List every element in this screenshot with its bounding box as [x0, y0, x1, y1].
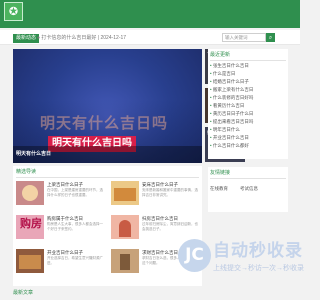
friend-link[interactable]: 考试信息 — [240, 185, 258, 193]
article-thumbnail[interactable] — [16, 249, 44, 273]
article-snippet: 开业选择吉日，希望生意兴隆财源广进。 — [47, 256, 103, 265]
article-snippet: 在中国，上梁是建房重要的环节，选择什么样的日子也很重要。 — [47, 188, 103, 197]
recent-item[interactable]: • 搬家上梁有什么吉日 — [210, 86, 253, 94]
top-header: ✪ — [0, 0, 300, 28]
hero-faint-text: 明天有什么吉日吗 — [40, 115, 169, 132]
thumbnail-figure — [114, 188, 136, 201]
article-thumbnail[interactable]: 购房 — [16, 215, 44, 239]
recent-title: 最近更新 — [210, 52, 231, 58]
article-card[interactable]: 购房 购房属于什么吉日 购房是人生大事，很多人都会选择一个好日子来签约。 — [16, 215, 103, 243]
friend-link[interactable]: 在线教育 — [210, 185, 228, 193]
panel-divider — [210, 60, 286, 61]
search-icon[interactable]: ⌕ — [266, 33, 275, 42]
recent-item[interactable]: • 什么装修的吉日好吗 — [210, 94, 253, 102]
star-badge-icon: ✪ — [8, 5, 19, 18]
panel-divider — [210, 178, 286, 179]
recent-item[interactable]: • 提出来看吉日吉日吗 — [210, 118, 253, 126]
article-title[interactable]: 安床吉日什么日子 — [142, 181, 178, 188]
thumbnail-figure — [119, 220, 131, 237]
latest-articles-title: 最新文章 — [13, 290, 34, 296]
recent-item[interactable]: • 结婚吉日什么日子 — [210, 78, 249, 86]
recent-item[interactable]: • 明年吉日什么 — [210, 126, 240, 134]
thumbnail-figure: 购房 — [20, 218, 42, 230]
watermark-subtitle: 上线提交→秒访一次→秒收录 — [213, 265, 304, 272]
article-thumbnail[interactable] — [16, 181, 44, 205]
site-logo[interactable]: ✪ — [4, 2, 23, 21]
article-card[interactable]: 扫房吉日什么吉日 过年前扫房除尘，寓意辞旧迎新，也会挑选日子。 — [111, 215, 198, 243]
recent-item[interactable]: • 黄历吉日日子什么日 — [210, 110, 253, 118]
article-title[interactable]: 扫房吉日什么吉日 — [142, 215, 178, 222]
article-title[interactable]: 开业吉日什么日子 — [47, 249, 83, 256]
picks-title: 精选导读 — [16, 169, 37, 175]
article-card[interactable]: 上梁吉日什么日子 在中国，上梁是建房重要的环节，选择什么样的日子也很重要。 — [16, 181, 103, 209]
news-ticker[interactable]: ● 打卡信息的什么吉日最好 | 2024-12-17 — [37, 34, 126, 43]
recent-item[interactable]: • 什么是吉日 — [210, 70, 235, 78]
panel-divider — [16, 177, 199, 178]
recent-item[interactable]: • 看黄历什么吉日 — [210, 102, 244, 110]
latest-news-badge: 最新动态 — [13, 34, 40, 43]
watermark-title: 自动秒收录 — [213, 241, 303, 260]
recent-item[interactable]: • 开业吉日什么吉日 — [210, 134, 249, 142]
article-card[interactable]: 安床吉日什么日子 安床是新婚和搬家中重要的事情，选择吉日非常讲究。 — [111, 181, 198, 209]
article-snippet: 过年前扫房除尘，寓意辞旧迎新，也会挑选日子。 — [142, 222, 198, 231]
article-snippet: 安床是新婚和搬家中重要的事情，选择吉日非常讲究。 — [142, 188, 198, 197]
recent-item[interactable]: • 什么吉日什么都好 — [210, 142, 249, 150]
friend-links-title: 友情链接 — [210, 170, 231, 176]
search-input[interactable]: 输入关键词 — [222, 33, 266, 42]
article-title[interactable]: 购房属于什么吉日 — [47, 215, 83, 222]
article-title[interactable]: 求财吉日什么吉日 — [142, 249, 178, 256]
article-title[interactable]: 上梁吉日什么日子 — [47, 181, 83, 188]
article-snippet: 购房是人生大事，很多人都会选择一个好日子来签约。 — [47, 222, 103, 231]
thumbnail-figure — [120, 254, 130, 270]
article-thumbnail[interactable] — [111, 181, 139, 205]
hero-caption[interactable]: 明天有什么吉日 — [16, 150, 51, 158]
article-thumbnail[interactable] — [111, 215, 139, 239]
recent-item[interactable]: • 张生吉日什么吉日 — [210, 62, 249, 70]
watermark-logo-icon: JC — [178, 239, 211, 272]
article-card[interactable]: 开业吉日什么日子 开业选择吉日，希望生意兴隆财源广进。 — [16, 249, 103, 277]
thumbnail-figure — [22, 185, 38, 201]
thumbnail-figure — [19, 255, 41, 269]
article-thumbnail[interactable] — [111, 249, 139, 273]
